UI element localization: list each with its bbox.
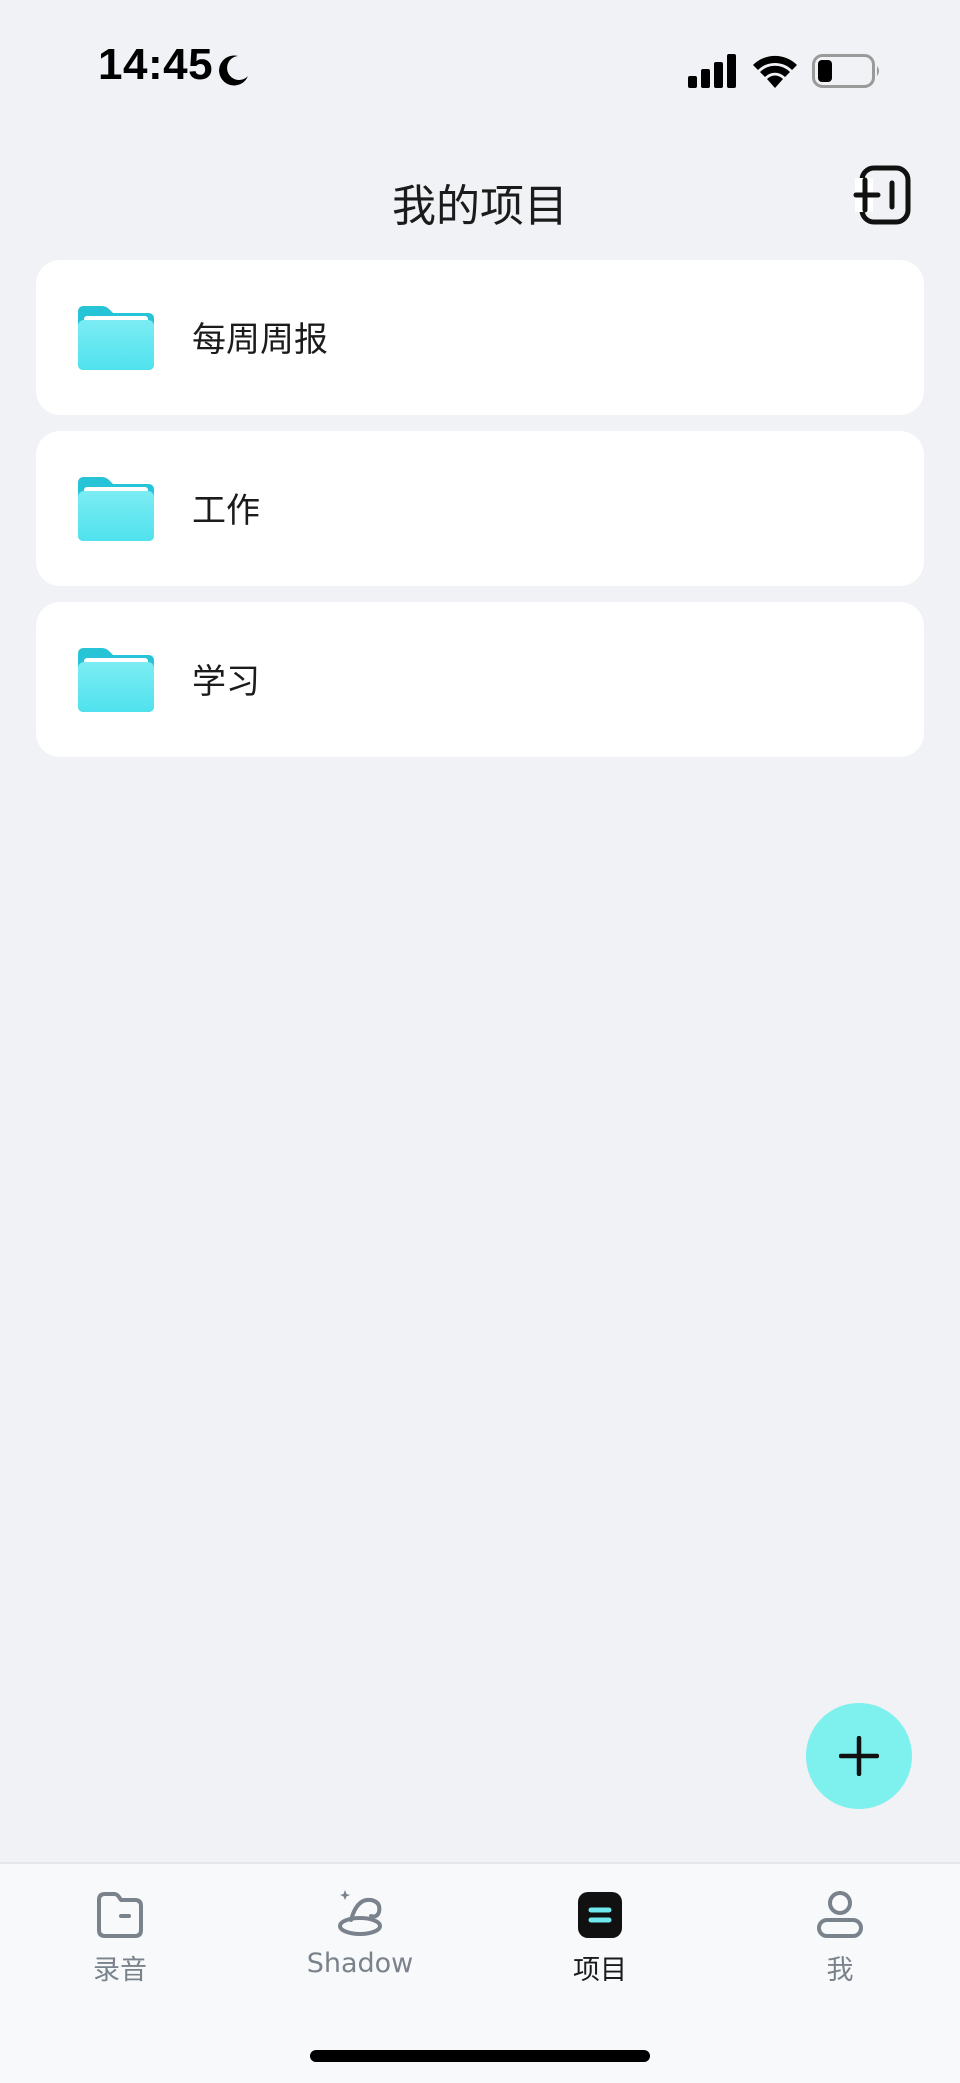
tab-me[interactable]: 我 (720, 1888, 960, 1998)
project-card[interactable]: 工作 (36, 431, 924, 586)
tab-projects[interactable]: 项目 (480, 1888, 720, 1998)
plus-icon (839, 1736, 879, 1776)
tab-label: Shadow (306, 1948, 414, 1979)
tab-shadow[interactable]: Shadow (240, 1888, 480, 1998)
status-time: 14:45 (98, 40, 214, 89)
project-name: 学习 (192, 662, 260, 702)
project-card[interactable]: 每周周报 (36, 260, 924, 415)
moon-icon (219, 55, 248, 86)
wizard-hat-icon (338, 1890, 382, 1936)
status-bar: 14:45 (0, 0, 960, 140)
user-icon (817, 1891, 863, 1938)
folder-icon (78, 648, 154, 712)
project-name: 工作 (192, 491, 260, 531)
nav-header: 我的项目 (0, 150, 960, 250)
project-name: 每周周报 (192, 320, 328, 360)
list-icon (578, 1892, 622, 1938)
folder-icon (97, 1892, 143, 1938)
tab-label: 我 (826, 1955, 854, 1986)
tab-label: 录音 (93, 1955, 147, 1986)
project-card[interactable]: 学习 (36, 602, 924, 757)
export-icon (853, 165, 911, 225)
folder-icon (78, 477, 154, 541)
battery-icon (812, 54, 879, 88)
export-button[interactable] (852, 164, 914, 226)
folder-icon (78, 306, 154, 370)
home-indicator (310, 2050, 650, 2062)
page-title: 我的项目 (392, 181, 568, 232)
tab-recordings[interactable]: 录音 (0, 1888, 240, 1998)
tab-label: 项目 (573, 1955, 627, 1986)
project-list: 每周周报 工作 学习 (36, 260, 924, 773)
wifi-icon (753, 55, 797, 88)
signal-icon (688, 54, 736, 88)
add-project-button[interactable] (806, 1703, 912, 1809)
tab-bar: 录音 Shadow 项目 我 (0, 1862, 960, 2083)
